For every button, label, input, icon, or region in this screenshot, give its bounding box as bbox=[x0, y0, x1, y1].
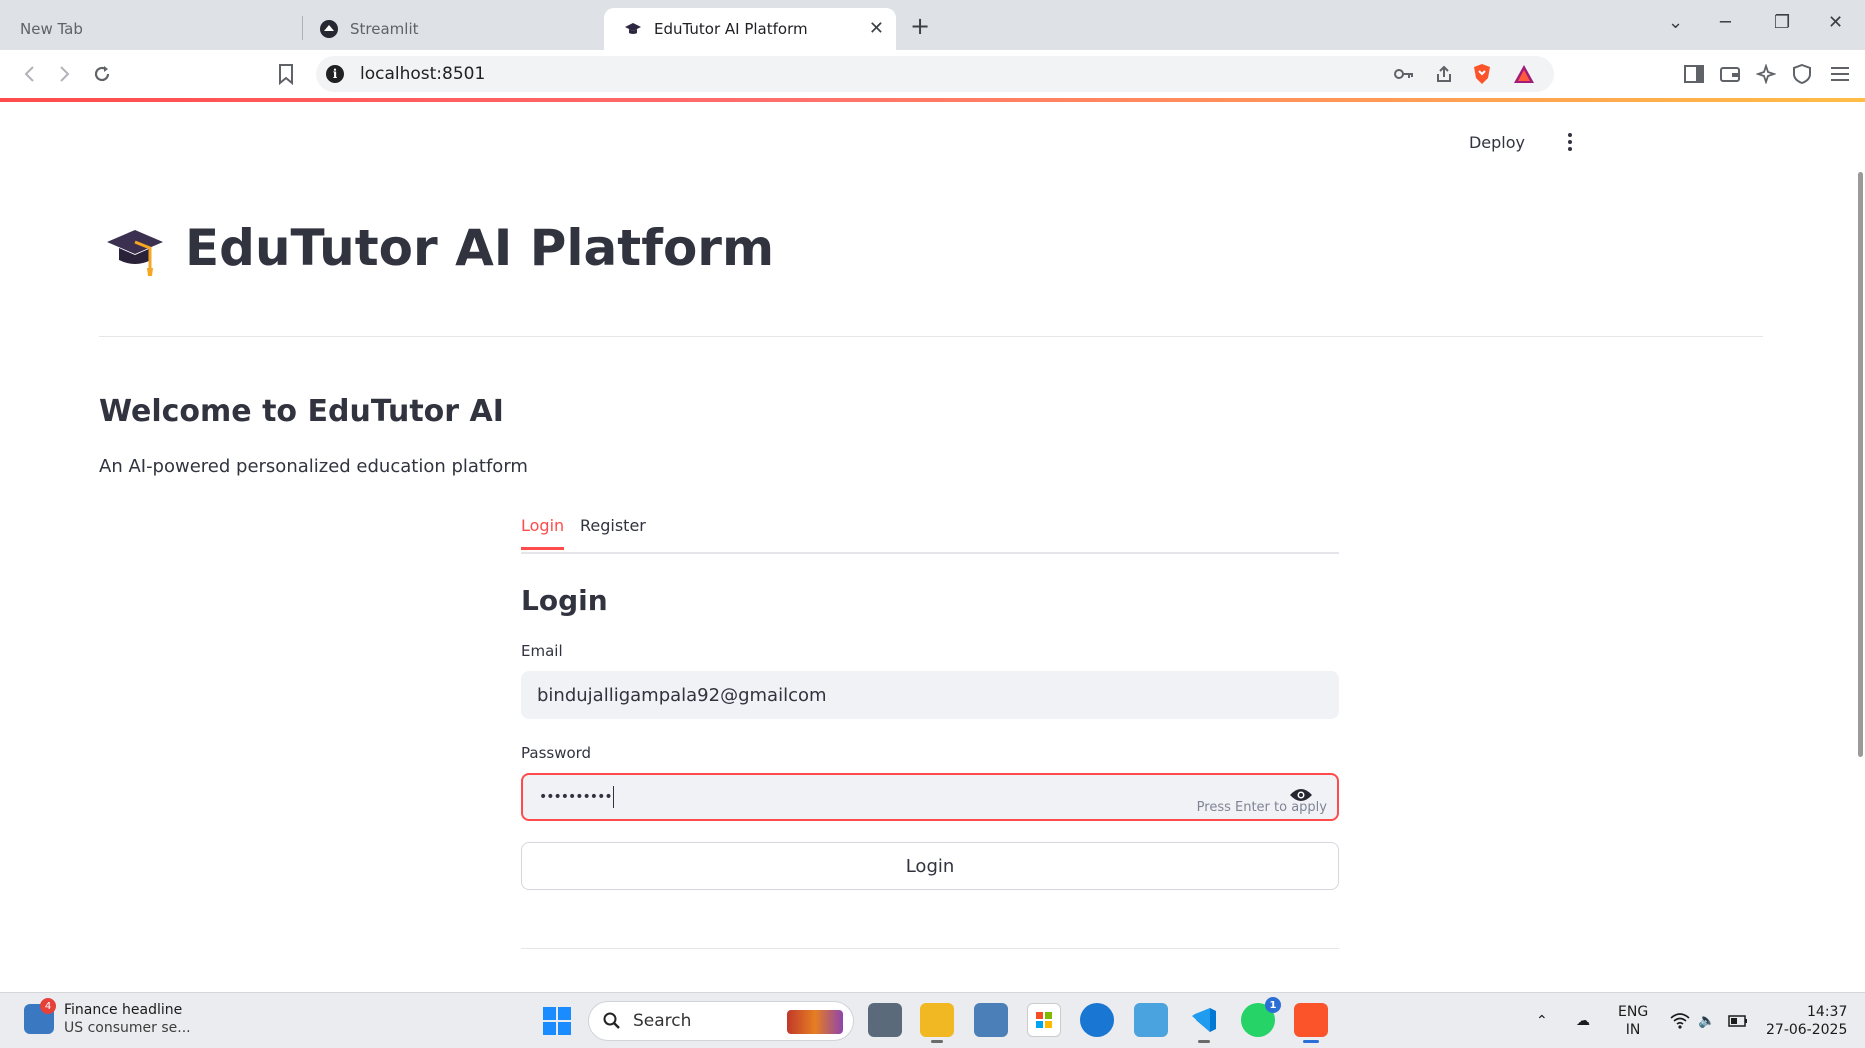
site-info-icon[interactable]: i bbox=[326, 65, 344, 83]
new-tab-icon[interactable]: + bbox=[910, 12, 930, 40]
taskbar-search-label: Search bbox=[633, 1011, 692, 1031]
bookmark-icon[interactable] bbox=[274, 62, 298, 86]
vpn-shield-icon[interactable] bbox=[1790, 62, 1814, 86]
whatsapp-icon[interactable]: 1 bbox=[1241, 997, 1281, 1037]
password-value: •••••••••• bbox=[539, 789, 613, 805]
page-scrollbar[interactable] bbox=[1858, 172, 1863, 757]
news-widget-icon: 4 bbox=[24, 998, 56, 1034]
tab-edututor[interactable]: EduTutor AI Platform ✕ bbox=[604, 8, 896, 50]
tray-overflow-chevron-icon[interactable]: ⌃ bbox=[1536, 993, 1548, 1048]
battery-icon[interactable] bbox=[1728, 993, 1748, 1048]
vscode-icon[interactable] bbox=[1187, 1003, 1221, 1043]
volume-icon[interactable]: 🔈 bbox=[1698, 993, 1715, 1048]
news-widget[interactable]: 4 Finance headline US consumer se... bbox=[24, 998, 191, 1037]
deploy-button[interactable]: Deploy bbox=[1469, 133, 1525, 152]
press-enter-hint: Press Enter to apply bbox=[1196, 800, 1327, 815]
reload-icon[interactable] bbox=[90, 62, 114, 86]
language-bottom: IN bbox=[1625, 1022, 1641, 1038]
clock-time: 14:37 bbox=[1807, 1004, 1848, 1020]
wifi-icon[interactable] bbox=[1670, 993, 1690, 1048]
task-view-icon[interactable] bbox=[868, 1003, 902, 1037]
main-menu-kebab-icon[interactable] bbox=[1560, 130, 1580, 154]
page-title-row: EduTutor AI Platform bbox=[105, 218, 774, 278]
graduation-cap-icon bbox=[107, 230, 163, 276]
whatsapp-badge: 1 bbox=[1265, 997, 1281, 1013]
taskbar-search[interactable]: Search bbox=[588, 1001, 854, 1041]
search-icon bbox=[603, 1012, 620, 1029]
browser-tabstrip: New Tab Streamlit EduTutor AI Platform ✕… bbox=[0, 0, 1865, 50]
welcome-heading: Welcome to EduTutor AI bbox=[99, 394, 504, 429]
file-explorer-icon[interactable] bbox=[920, 1003, 954, 1043]
login-submit-button[interactable]: Login bbox=[521, 842, 1339, 890]
menu-icon[interactable] bbox=[1828, 62, 1852, 86]
page-title: EduTutor AI Platform bbox=[185, 219, 775, 277]
restore-icon[interactable]: ❐ bbox=[1774, 12, 1790, 33]
address-url[interactable]: localhost:8501 bbox=[360, 64, 485, 84]
graduation-cap-favicon-icon bbox=[624, 20, 642, 38]
microsoft-store-icon[interactable] bbox=[1027, 1003, 1061, 1037]
mysql-workbench-icon[interactable] bbox=[1134, 1003, 1168, 1037]
leo-ai-icon[interactable] bbox=[1754, 62, 1778, 86]
streamlit-header: Deploy bbox=[0, 102, 1865, 182]
sidebar-toggle-icon[interactable] bbox=[1682, 62, 1706, 86]
edge-browser-icon[interactable] bbox=[1080, 1003, 1114, 1037]
news-subtitle: US consumer se... bbox=[64, 1020, 191, 1036]
close-tab-icon[interactable]: ✕ bbox=[869, 20, 884, 38]
auth-tabs: Login Register bbox=[521, 516, 1339, 554]
email-field[interactable]: bindujalligampala92@gmailcom bbox=[521, 671, 1339, 719]
text-caret bbox=[612, 786, 614, 808]
language-indicator[interactable]: ENG IN bbox=[1618, 993, 1648, 1048]
tab-new-tab[interactable]: New Tab bbox=[0, 8, 300, 50]
key-icon[interactable] bbox=[1392, 62, 1416, 86]
tab-search-chevron-icon[interactable]: ⌄ bbox=[1668, 12, 1683, 33]
search-highlight-image bbox=[787, 1010, 843, 1034]
browser-toolbar: i localhost:8501 bbox=[0, 50, 1865, 98]
tab-label: EduTutor AI Platform bbox=[654, 20, 808, 38]
password-label: Password bbox=[521, 744, 592, 762]
brave-rewards-icon[interactable] bbox=[1512, 62, 1536, 86]
close-window-icon[interactable]: ✕ bbox=[1828, 12, 1843, 33]
news-title: Finance headline bbox=[64, 1002, 183, 1018]
minimize-icon[interactable]: ─ bbox=[1720, 12, 1731, 33]
onedrive-icon[interactable]: ☁ bbox=[1576, 993, 1590, 1048]
back-icon[interactable] bbox=[18, 62, 42, 86]
windows-start-icon[interactable] bbox=[543, 1007, 571, 1035]
streamlit-favicon-icon bbox=[320, 20, 338, 38]
login-form-heading: Login bbox=[521, 584, 608, 617]
welcome-subtitle: An AI-powered personalized education pla… bbox=[99, 456, 528, 477]
tab-register[interactable]: Register bbox=[580, 516, 646, 547]
control-panel-icon[interactable] bbox=[974, 1003, 1008, 1037]
tab-label: New Tab bbox=[20, 20, 83, 38]
divider bbox=[99, 336, 1763, 337]
windows-taskbar: 4 Finance headline US consumer se... Sea… bbox=[0, 992, 1865, 1048]
language-top: ENG bbox=[1618, 1004, 1649, 1020]
wallet-icon[interactable] bbox=[1718, 62, 1742, 86]
clock[interactable]: 14:37 27-06-2025 bbox=[1766, 993, 1847, 1048]
brave-shield-icon[interactable] bbox=[1470, 62, 1494, 86]
tab-login[interactable]: Login bbox=[521, 516, 565, 550]
clock-date: 27-06-2025 bbox=[1766, 1022, 1848, 1038]
form-divider bbox=[521, 948, 1339, 949]
tab-streamlit[interactable]: Streamlit bbox=[300, 8, 600, 50]
email-label: Email bbox=[521, 642, 563, 660]
news-badge: 4 bbox=[40, 998, 56, 1014]
password-field[interactable]: •••••••••• Press Enter to apply bbox=[521, 773, 1339, 821]
address-bar[interactable]: i localhost:8501 bbox=[316, 56, 1554, 92]
forward-icon[interactable] bbox=[52, 62, 76, 86]
share-icon[interactable] bbox=[1432, 62, 1456, 86]
email-value: bindujalligampala92@gmailcom bbox=[537, 684, 827, 706]
brave-browser-icon[interactable] bbox=[1294, 1003, 1328, 1043]
tab-label: Streamlit bbox=[350, 20, 419, 38]
